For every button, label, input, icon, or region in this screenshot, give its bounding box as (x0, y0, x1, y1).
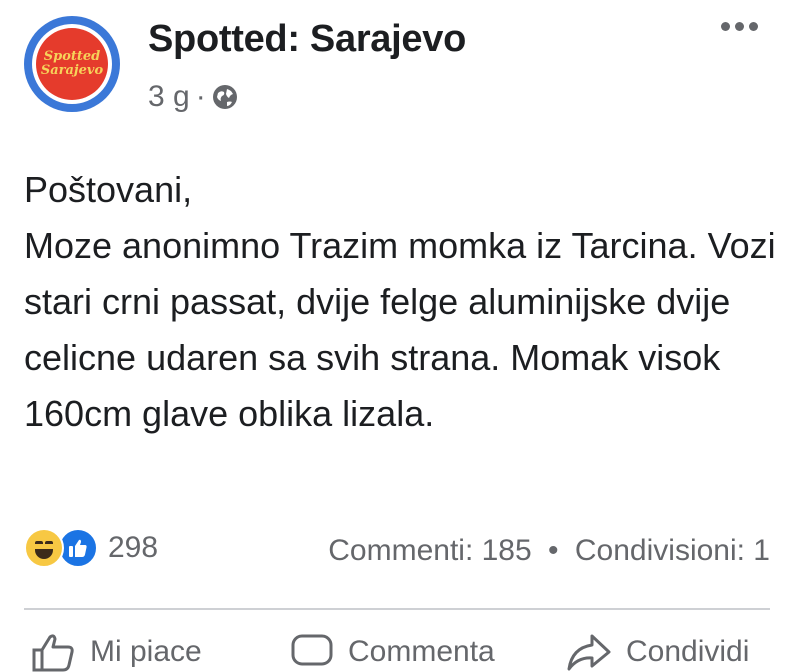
comment-icon (291, 634, 333, 666)
more-options-icon[interactable] (721, 22, 758, 31)
like-button[interactable]: Mi piace (30, 632, 202, 672)
page-avatar[interactable]: Spotted Sarajevo (24, 16, 120, 112)
facebook-post: Spotted Sarajevo Spotted: Sarajevo 3 g ·… (0, 0, 800, 672)
more-dot (749, 22, 758, 31)
action-bar: Mi piace Commenta Condividi (0, 632, 800, 672)
post-meta: 3 g · (148, 80, 238, 114)
reaction-count: 298 (108, 531, 159, 564)
haha-icon (24, 528, 64, 568)
reaction-summary[interactable]: 298 (24, 528, 158, 568)
engagement-counts: Commenti: 185 • Condivisioni: 1 (328, 534, 770, 568)
post-timestamp[interactable]: 3 g (148, 80, 190, 114)
more-dot (735, 22, 744, 31)
page-name-link[interactable]: Spotted: Sarajevo (148, 18, 466, 61)
globe-icon (212, 84, 238, 110)
counts-separator: • (548, 534, 559, 567)
meta-separator: · (195, 80, 206, 113)
more-dot (721, 22, 730, 31)
comment-count-link[interactable]: Commenti: 185 (328, 534, 531, 567)
avatar-logo-line1: Spotted (43, 49, 101, 64)
haha-eye (35, 541, 43, 547)
share-count-link[interactable]: Condivisioni: 1 (575, 534, 770, 567)
avatar-logo: Spotted Sarajevo (36, 28, 108, 100)
divider (24, 608, 770, 610)
share-arrow-icon (567, 634, 611, 671)
share-button[interactable]: Condividi (566, 632, 749, 672)
haha-mouth (35, 549, 53, 559)
thumbs-up-icon (32, 634, 74, 672)
post-body-text: Poštovani, Moze anonimno Trazim momka iz… (24, 169, 776, 434)
comment-button[interactable]: Commenta (290, 632, 495, 672)
avatar-ring: Spotted Sarajevo (32, 24, 112, 104)
like-icon (58, 528, 98, 568)
avatar-logo-line2: Sarajevo (40, 63, 104, 78)
haha-eye (45, 541, 53, 547)
